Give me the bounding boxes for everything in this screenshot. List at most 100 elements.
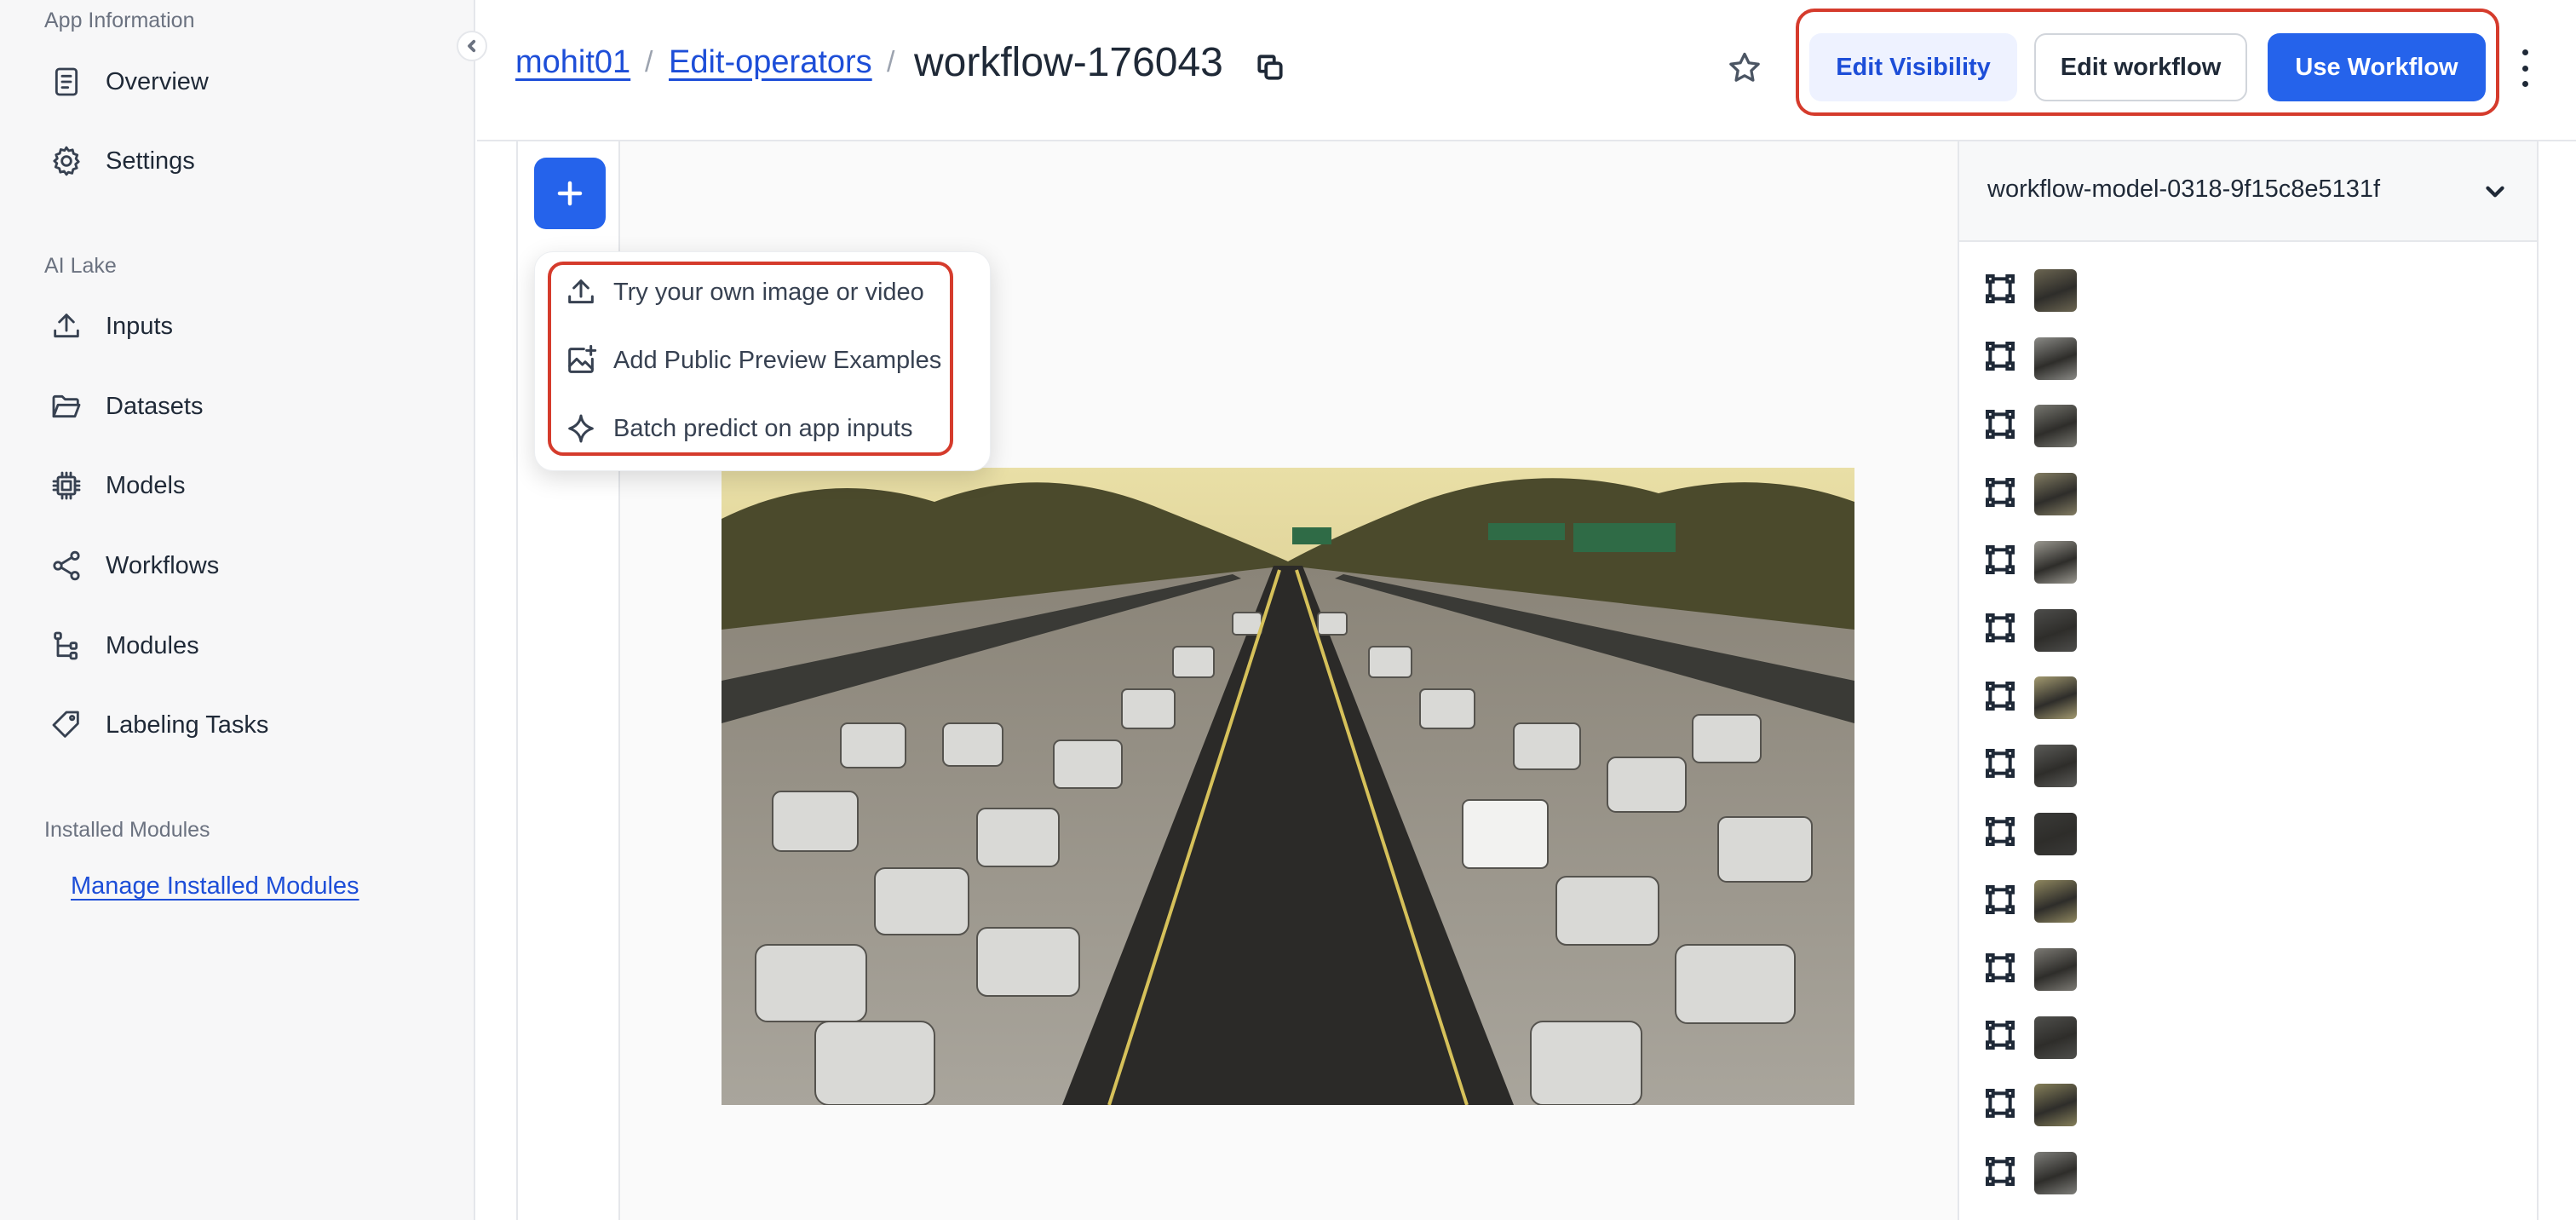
sidebar-item-inputs[interactable]: Inputs (48, 299, 440, 354)
sidebar-item-label: Models (106, 471, 186, 499)
crop-thumbnail (2034, 269, 2077, 312)
star-icon[interactable] (1726, 49, 1763, 87)
copy-icon[interactable] (1254, 51, 1286, 83)
gear-icon (48, 142, 85, 180)
menu-item-label: Try your own image or video (613, 278, 924, 306)
bounding-box-icon (1983, 475, 2017, 514)
sidebar-item-labeling-tasks[interactable]: Labeling Tasks (48, 698, 440, 752)
menu-item-upload-own[interactable]: Try your own image or video (564, 267, 924, 318)
annotation-row[interactable] (1983, 744, 2077, 787)
annotation-row[interactable] (1983, 269, 2077, 312)
sidebar-item-settings[interactable]: Settings (48, 134, 440, 188)
bounding-box-icon (1983, 1086, 2017, 1125)
sidebar-item-label: Inputs (106, 312, 173, 340)
crop-thumbnail (2034, 676, 2077, 720)
more-options-icon[interactable] (2515, 49, 2535, 87)
bounding-box-icon (1983, 951, 2017, 989)
add-input-button[interactable] (534, 158, 606, 229)
annotation-row[interactable] (1983, 540, 2077, 584)
tag-icon (48, 706, 85, 744)
annotation-row[interactable] (1983, 337, 2077, 380)
bounding-box-icon (1983, 679, 2017, 717)
annotation-row[interactable] (1983, 608, 2077, 652)
sidebar-item-datasets[interactable]: Datasets (48, 379, 440, 434)
menu-item-public-examples[interactable]: Add Public Preview Examples (564, 335, 941, 386)
section-heading-installed-modules: Installed Modules (44, 818, 210, 842)
chevron-left-icon (468, 39, 476, 53)
sidebar-item-label: Workflows (106, 551, 220, 579)
bounding-box-icon (1983, 1154, 2017, 1193)
sidebar-item-modules[interactable]: Modules (48, 619, 440, 673)
annotation-row[interactable] (1983, 1016, 2077, 1059)
annotation-row[interactable] (1983, 676, 2077, 720)
crop-thumbnail (2034, 405, 2077, 448)
annotation-row[interactable] (1983, 1084, 2077, 1127)
crop-thumbnail (2034, 1084, 2077, 1127)
menu-item-label: Batch predict on app inputs (613, 414, 913, 442)
edit-workflow-button[interactable]: Edit workflow (2034, 33, 2247, 101)
crop-thumbnail (2034, 744, 2077, 787)
image-add-icon (568, 344, 597, 373)
sidebar-item-overview[interactable]: Overview (48, 55, 440, 109)
share-nodes-icon (48, 547, 85, 584)
folder-icon (48, 388, 85, 425)
use-workflow-button[interactable]: Use Workflow (2268, 33, 2486, 101)
document-icon (48, 63, 85, 101)
sidebar-item-models[interactable]: Models (48, 458, 440, 513)
crop-thumbnail (2034, 1152, 2077, 1195)
bounding-box-icon (1983, 746, 2017, 785)
breadcrumb-separator: / (887, 46, 895, 78)
annotation-row[interactable] (1983, 473, 2077, 516)
traffic-photo (722, 468, 1854, 1105)
sidebar-item-label: Overview (106, 67, 209, 95)
breadcrumb-separator: / (645, 46, 653, 78)
annotation-row[interactable] (1983, 812, 2077, 855)
sparkle-icon (568, 414, 594, 443)
upload-icon (48, 308, 85, 345)
crop-thumbnail (2034, 880, 2077, 924)
crop-thumbnail (2034, 1016, 2077, 1059)
annotation-row[interactable] (1983, 948, 2077, 991)
section-heading-ai-lake: AI Lake (44, 254, 117, 278)
sidebar-item-label: Modules (106, 631, 199, 659)
model-select-dropdown[interactable]: workflow-model-0318-9f15c8e5131f (1958, 141, 2539, 242)
bounding-box-icon (1983, 1018, 2017, 1056)
sidebar-item-label: Settings (106, 147, 195, 175)
annotation-row[interactable] (1983, 405, 2077, 448)
section-heading-app-information: App Information (44, 9, 195, 32)
crop-thumbnail (2034, 948, 2077, 991)
bounding-box-icon (1983, 339, 2017, 377)
bounding-box-icon (1983, 272, 2017, 310)
bounding-box-icon (1983, 883, 2017, 921)
branch-icon (48, 627, 85, 665)
sidebar-item-label: Labeling Tasks (106, 711, 269, 739)
preview-image[interactable] (722, 468, 1854, 1105)
edit-visibility-button[interactable]: Edit Visibility (1809, 33, 2017, 101)
annotation-row[interactable] (1983, 1152, 2077, 1195)
collapse-sidebar-button[interactable] (457, 31, 487, 61)
bounding-box-icon (1983, 611, 2017, 649)
bounding-box-icon (1983, 407, 2017, 446)
breadcrumb-app-link[interactable]: Edit-operators (669, 44, 872, 81)
annotation-row[interactable] (1983, 880, 2077, 924)
crop-thumbnail (2034, 473, 2077, 516)
bounding-box-icon (1983, 543, 2017, 581)
breadcrumb-user-link[interactable]: mohit01 (515, 44, 630, 81)
selected-model-label: workflow-model-0318-9f15c8e5131f (1987, 176, 2381, 203)
menu-item-label: Add Public Preview Examples (613, 346, 942, 374)
sidebar: App Information Overview Settings AI Lak… (0, 0, 475, 1220)
chevron-down-icon (2481, 177, 2510, 206)
manage-installed-modules-link[interactable]: Manage Installed Modules (71, 872, 359, 901)
upload-icon (568, 279, 594, 304)
crop-thumbnail (2034, 540, 2077, 584)
crop-thumbnail (2034, 812, 2077, 855)
crop-thumbnail (2034, 337, 2077, 380)
bounding-box-icon (1983, 814, 2017, 853)
page-title: workflow-176043 (914, 40, 1223, 85)
chip-icon (48, 467, 85, 504)
plus-icon (557, 181, 583, 206)
menu-item-batch-predict[interactable]: Batch predict on app inputs (564, 403, 912, 454)
sidebar-item-label: Datasets (106, 392, 204, 420)
crop-thumbnail (2034, 608, 2077, 652)
sidebar-item-workflows[interactable]: Workflows (48, 538, 440, 593)
